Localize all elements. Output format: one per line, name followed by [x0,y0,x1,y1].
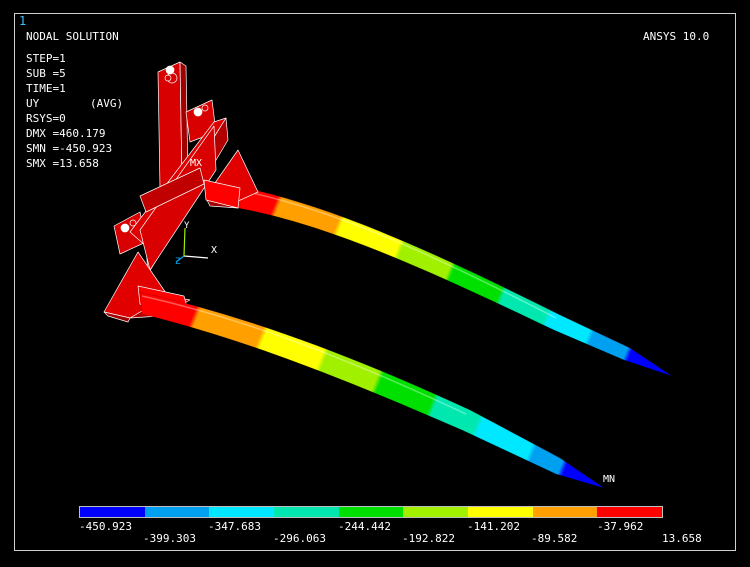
triad-y-label: Y [184,221,190,231]
legend-value: -244.442 [338,520,391,533]
legend-value: -141.202 [467,520,520,533]
legend-swatch [80,507,145,517]
legend-swatch [597,507,663,517]
legend-swatch [338,507,404,517]
legend-value: 13.658 [662,532,702,545]
contour-legend-bar [79,506,663,518]
legend-swatch [403,507,469,517]
triad-z-label: Z [175,257,181,267]
fork-tine-lower [139,291,605,489]
max-marker: MX [190,158,202,169]
legend-value: -450.923 [79,520,132,533]
legend-value: -296.063 [273,532,326,545]
legend-swatch [468,507,533,517]
legend-swatch [209,507,275,517]
legend-swatch [532,507,598,517]
legend-value: -347.683 [208,520,261,533]
legend-value: -89.582 [531,532,578,545]
legend-value: -399.303 [143,532,196,545]
legend-swatch [274,507,339,517]
legend-value: -192.822 [402,532,455,545]
legend-value: -37.962 [597,520,644,533]
triad-x-label: X [211,245,217,256]
carriage-frame [103,61,259,323]
legend-swatch [144,507,210,517]
fe-model-view[interactable]: X Y Z MX MN [0,0,750,567]
coordinate-triad: X Y Z [175,221,217,267]
min-marker: MN [603,474,615,485]
